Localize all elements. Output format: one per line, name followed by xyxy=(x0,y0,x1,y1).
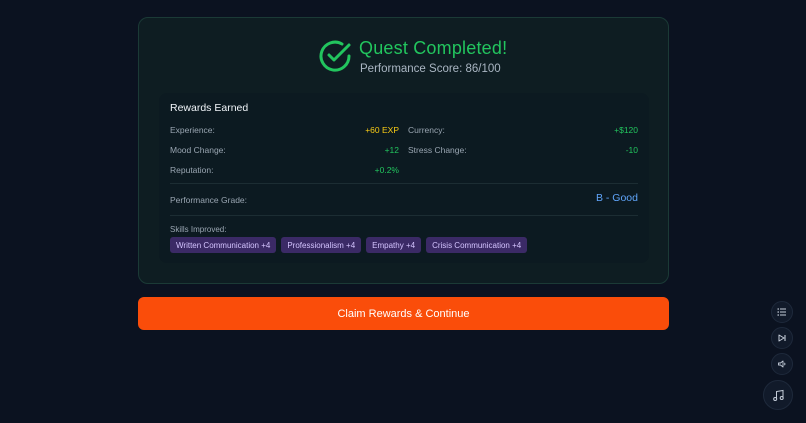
skill-chip: Professionalism +4 xyxy=(281,237,362,253)
currency-label: Currency: xyxy=(408,125,445,135)
music-button[interactable] xyxy=(763,380,793,410)
skills-label: Skills Improved: xyxy=(170,225,227,234)
skill-chip: Crisis Communication +4 xyxy=(426,237,528,253)
quest-complete-card: Quest Completed! Performance Score: 86/1… xyxy=(138,17,669,284)
skip-forward-icon xyxy=(778,334,786,342)
music-icon xyxy=(772,389,784,401)
grade-label: Performance Grade: xyxy=(170,195,248,205)
experience-value: +60 EXP xyxy=(365,125,399,135)
list-icon xyxy=(777,308,786,316)
skill-chip: Written Communication +4 xyxy=(170,237,277,253)
rewards-title: Rewards Earned xyxy=(170,102,249,114)
mood-label: Mood Change: xyxy=(170,145,226,155)
rewards-panel: Rewards Earned Experience: +60 EXP Curre… xyxy=(159,93,649,263)
reputation-label: Reputation: xyxy=(170,165,214,175)
claim-rewards-button[interactable]: Claim Rewards & Continue xyxy=(138,297,669,330)
performance-score: Performance Score: 86/100 xyxy=(360,63,501,75)
quest-title: Quest Completed! xyxy=(359,38,508,58)
list-button[interactable] xyxy=(771,301,793,323)
mood-value: +12 xyxy=(384,145,399,155)
stress-value: -10 xyxy=(625,145,638,155)
volume-icon xyxy=(778,360,786,368)
volume-button[interactable] xyxy=(771,353,793,375)
skill-chip: Empathy +4 xyxy=(366,237,422,253)
skip-button[interactable] xyxy=(771,327,793,349)
grade-value: B - Good xyxy=(595,192,638,204)
page: Quest Completed! Performance Score: 86/1… xyxy=(0,0,806,423)
check-circle-icon xyxy=(319,40,351,72)
currency-value: +$120 xyxy=(614,125,638,135)
quest-header: Quest Completed! Performance Score: 86/1… xyxy=(139,38,668,76)
stress-label: Stress Change: xyxy=(408,145,467,155)
divider xyxy=(170,183,638,184)
experience-label: Experience: xyxy=(170,125,215,135)
reputation-value: +0.2% xyxy=(374,165,399,175)
skills-list: Written Communication +4 Professionalism… xyxy=(170,237,528,253)
divider xyxy=(170,215,638,216)
